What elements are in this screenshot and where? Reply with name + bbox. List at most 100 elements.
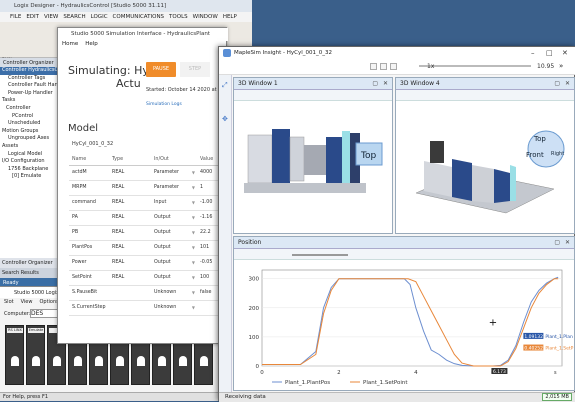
tree-item[interactable]: I/O Configuration	[0, 158, 61, 166]
menu-communications[interactable]: COMMUNICATIONS	[113, 14, 165, 22]
computer-field[interactable]: DES	[30, 309, 58, 318]
var-inout[interactable]: Output ▼	[151, 210, 197, 226]
restore-icon[interactable]: ▢	[554, 80, 560, 87]
chart-time-slider[interactable]	[292, 254, 348, 256]
tree-item[interactable]: PControl	[0, 113, 61, 121]
chevron-down-icon[interactable]: ▼	[192, 275, 195, 280]
tab-search-results[interactable]: Search Results	[0, 268, 62, 278]
select-tool-icon[interactable]: ⤢	[222, 81, 228, 90]
tree-item[interactable]: Tasks	[0, 97, 61, 105]
chassis-slot[interactable]: RS LINX	[5, 325, 24, 385]
tooltip-setpoint-value: 0.402525	[524, 346, 546, 352]
menu-slot[interactable]: Slot	[4, 299, 14, 306]
fast-forward-icon[interactable]: »	[559, 62, 563, 70]
restore-icon[interactable]: ▢	[372, 80, 378, 87]
tree-item[interactable]: 1756 Backplane	[0, 166, 61, 174]
menu-help[interactable]: HELP	[223, 14, 237, 22]
variable-row[interactable]: S.PauseBit Unknown ▼ false	[69, 285, 225, 301]
tree-item[interactable]: Controller Fault Handler	[0, 82, 61, 90]
tree-item[interactable]: [0] Emulate	[0, 173, 61, 181]
view-cube-top-label: Top	[533, 135, 546, 143]
variable-row[interactable]: PlantPos REAL Output ▼ 101	[69, 240, 225, 256]
chevron-down-icon[interactable]: ▼	[192, 170, 195, 175]
tree-item[interactable]: Ungrouped Axes	[0, 135, 61, 143]
tree-item[interactable]: Power-Up Handler	[0, 90, 61, 98]
menu-tools[interactable]: TOOLS	[169, 14, 188, 22]
chevron-down-icon[interactable]: ▼	[192, 200, 195, 205]
tree-item[interactable]: Controller	[0, 105, 61, 113]
var-inout[interactable]: Output ▼	[151, 270, 197, 286]
menu-logic[interactable]: LOGIC	[91, 14, 108, 22]
close-pane-icon[interactable]: ✕	[565, 239, 570, 246]
var-inout[interactable]: Input ▼	[151, 195, 197, 211]
time-slider[interactable]	[447, 65, 531, 67]
3d-window-4[interactable]: 3D Window 4 ▢ ✕ Top Front Right	[395, 77, 575, 234]
variables-table: Name Type In/Out Value actdM REAL Paramete…	[69, 154, 225, 316]
chevron-down-icon[interactable]: ▼	[192, 245, 195, 250]
close-pane-icon[interactable]: ✕	[383, 80, 388, 87]
simulation-logs-link[interactable]: Simulation Logs	[146, 102, 182, 107]
menu-edit[interactable]: EDIT	[26, 14, 39, 22]
maximize-icon[interactable]: □	[546, 49, 553, 57]
variable-row[interactable]: PB REAL Output ▼ 22.2	[69, 225, 225, 241]
close-pane-icon[interactable]: ✕	[565, 80, 570, 87]
var-inout[interactable]: Parameter ▼	[151, 165, 197, 181]
menu-window[interactable]: WINDOW	[193, 14, 218, 22]
tree-item[interactable]: Controller Tags	[0, 75, 61, 83]
step-button[interactable]: STEP	[180, 62, 210, 77]
menu-home[interactable]: Home	[62, 41, 78, 50]
variable-row[interactable]: S.CurrentStep Unknown ▼	[69, 300, 225, 316]
var-name: MRPM	[69, 180, 109, 196]
pause-icon[interactable]	[390, 63, 397, 70]
variable-row[interactable]: actdM REAL Parameter ▼ 4000	[69, 165, 225, 181]
var-inout[interactable]: Parameter ▼	[151, 180, 197, 196]
tree-item[interactable]: Logical Model	[0, 151, 61, 159]
pause-button[interactable]: PAUSE	[146, 62, 176, 77]
menu-options[interactable]: Options	[39, 299, 58, 306]
var-type: REAL	[109, 240, 151, 256]
menu-help[interactable]: Help	[85, 41, 98, 50]
controller-tree[interactable]: Controller HydraulicsControlController T…	[0, 67, 61, 181]
chevron-down-icon[interactable]: ▼	[192, 215, 195, 220]
tab-controller-organizer[interactable]: Controller Organizer	[0, 258, 62, 268]
chevron-down-icon[interactable]: ▼	[192, 260, 195, 265]
variable-row[interactable]: Power REAL Output ▼ -0.05	[69, 255, 225, 271]
move-tool-icon[interactable]: ✥	[222, 115, 228, 123]
menu-search[interactable]: SEARCH	[63, 14, 85, 22]
position-chart[interactable]: 01002003000246s+1.09132Plant_1.Plan0.402…	[234, 260, 574, 390]
menu-file[interactable]: FILE	[10, 14, 21, 22]
variable-row[interactable]: PA REAL Output ▼ -1.16	[69, 210, 225, 226]
chevron-down-icon[interactable]: ▼	[192, 230, 195, 235]
restore-icon[interactable]: ▢	[554, 239, 560, 246]
3d-window-1[interactable]: 3D Window 1 ▢ ✕ Top	[233, 77, 393, 234]
chassis-slot[interactable]: Emulate	[26, 325, 45, 385]
machine-part	[342, 131, 350, 189]
time-value: 10.95	[537, 63, 555, 70]
simulating-label: Simulating: Hyd Actu	[68, 64, 156, 90]
var-name: S.PauseBit	[69, 285, 109, 301]
variable-row[interactable]: SetPoint REAL Output ▼ 100	[69, 270, 225, 286]
var-name: PB	[69, 225, 109, 241]
skip-start-icon[interactable]	[370, 63, 377, 70]
chevron-down-icon[interactable]: ▼	[192, 185, 195, 190]
computer-label: Computer:	[4, 311, 31, 317]
menu-view[interactable]: VIEW	[44, 14, 58, 22]
tree-item[interactable]: Motion Groups	[0, 128, 61, 136]
var-inout[interactable]: Output ▼	[151, 255, 197, 271]
tree-item[interactable]: Unscheduled	[0, 120, 61, 128]
chevron-down-icon[interactable]: ▼	[192, 290, 195, 295]
variable-row[interactable]: command REAL Input ▼ -1.00	[69, 195, 225, 211]
menu-view[interactable]: View	[21, 299, 33, 306]
var-inout[interactable]: Unknown ▼	[151, 300, 197, 316]
minimize-icon[interactable]: –	[531, 49, 535, 57]
close-icon[interactable]: ✕	[562, 49, 568, 57]
var-inout[interactable]: Output ▼	[151, 225, 197, 241]
tree-item[interactable]: Controller HydraulicsControl	[0, 67, 61, 75]
position-chart-pane[interactable]: Position ▢✕ 01002003000246s+1.09132Plant…	[233, 236, 575, 391]
chevron-down-icon[interactable]: ▼	[192, 305, 195, 310]
variable-row[interactable]: MRPM REAL Parameter ▼ 1	[69, 180, 225, 196]
tree-item[interactable]: Assets	[0, 143, 61, 151]
var-inout[interactable]: Output ▼	[151, 240, 197, 256]
play-icon[interactable]	[380, 63, 387, 70]
var-inout[interactable]: Unknown ▼	[151, 285, 197, 301]
